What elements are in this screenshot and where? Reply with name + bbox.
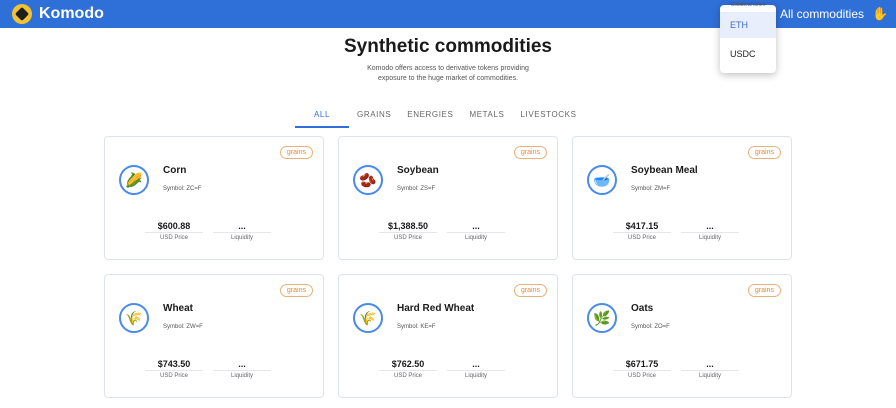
commodity-name: Corn [163, 165, 187, 176]
usd-price-label: USD Price [627, 235, 656, 241]
commodity-card-soybean-meal[interactable]: grains 🥣 Soybean Meal Symbol: ZM=F $417.… [572, 136, 792, 260]
liquidity-label: Liquidity [464, 373, 487, 379]
category-badge: grains [279, 146, 313, 159]
commodity-name: Soybean Meal [631, 165, 698, 176]
commodity-card-oats[interactable]: grains 🌿 Oats Symbol: ZO=F $671.75 USD P… [572, 274, 792, 398]
liquidity-label: Liquidity [230, 235, 253, 241]
brand-name: Komodo [39, 5, 104, 22]
liquidity-value: ... [706, 221, 714, 231]
category-badge: grains [513, 284, 547, 297]
divider [379, 370, 437, 371]
commodity-symbol: Symbol: ZC=F [163, 186, 202, 192]
dropdown-option-eth[interactable]: ETH [720, 12, 776, 38]
liquidity-label: Liquidity [464, 235, 487, 241]
liquidity-value: ... [472, 221, 480, 231]
liquidity-value: ... [706, 359, 714, 369]
liquidity-label: Liquidity [230, 373, 253, 379]
commodity-card-corn[interactable]: grains 🌽 Corn Symbol: ZC=F $600.88 USD P… [104, 136, 324, 260]
category-badge: grains [279, 284, 313, 297]
usd-price-value: $1,388.50 [387, 221, 429, 231]
commodity-card-wheat[interactable]: grains 🌾 Wheat Symbol: ZW=F $743.50 USD … [104, 274, 324, 398]
tab-energies[interactable]: ENERGIES [399, 108, 461, 128]
divider [613, 232, 671, 233]
usd-price-label: USD Price [159, 235, 188, 241]
commodity-symbol: Symbol: ZW=F [163, 324, 203, 330]
category-badge: grains [747, 284, 781, 297]
divider [213, 370, 271, 371]
soybean-meal-icon: 🥣 [587, 165, 617, 195]
commodity-card-soybean[interactable]: grains 🫘 Soybean Symbol: ZS=F $1,388.50 … [338, 136, 558, 260]
divider [213, 232, 271, 233]
divider [145, 232, 203, 233]
tab-livestocks[interactable]: LIVESTOCKS [512, 108, 584, 128]
usd-price-value: $600.88 [157, 221, 191, 231]
usd-price-value: $762.50 [391, 359, 425, 369]
liquidity-value: ... [238, 359, 246, 369]
hand-icon[interactable]: ✋ [872, 7, 888, 21]
liquidity-label: Liquidity [698, 235, 721, 241]
hard-red-wheat-icon: 🌾 [353, 303, 383, 333]
usd-price-label: USD Price [627, 373, 656, 379]
usd-price-value: $743.50 [157, 359, 191, 369]
usd-price-label: USD Price [393, 373, 422, 379]
divider [145, 370, 203, 371]
divider [447, 232, 505, 233]
commodity-card-hard-red-wheat[interactable]: grains 🌾 Hard Red Wheat Symbol: KE=F $76… [338, 274, 558, 398]
category-tabs: ALL GRAINS ENERGIES METALS LIVESTOCKS [295, 108, 585, 128]
commodity-name: Soybean [397, 165, 439, 176]
brand-logo[interactable]: Komodo [12, 4, 104, 24]
page-title: Synthetic commodities [344, 36, 552, 57]
divider [681, 370, 739, 371]
commodity-name: Hard Red Wheat [397, 303, 475, 314]
usd-price-value: $417.15 [625, 221, 659, 231]
commodity-symbol: Symbol: ZS=F [397, 186, 436, 192]
oats-icon: 🌿 [587, 303, 617, 333]
corn-icon: 🌽 [119, 165, 149, 195]
divider [681, 232, 739, 233]
liquidity-value: ... [472, 359, 480, 369]
usd-price-label: USD Price [393, 235, 422, 241]
divider [613, 370, 671, 371]
wheat-icon: 🌾 [119, 303, 149, 333]
commodity-symbol: Symbol: KE=F [397, 324, 436, 330]
tab-all[interactable]: ALL [295, 108, 349, 128]
category-badge: grains [747, 146, 781, 159]
commodity-name: Oats [631, 303, 654, 314]
category-badge: grains [513, 146, 547, 159]
commodity-symbol: Symbol: ZO=F [631, 324, 670, 330]
commodity-name: Wheat [163, 303, 193, 314]
liquidity-label: Liquidity [698, 373, 721, 379]
tab-metals[interactable]: METALS [461, 108, 512, 128]
usd-price-label: USD Price [159, 373, 188, 379]
all-commodities-link[interactable]: All commodities [780, 7, 864, 21]
komodo-logo-icon [12, 4, 32, 24]
divider [447, 370, 505, 371]
liquidity-value: ... [238, 221, 246, 231]
tab-grains[interactable]: GRAINS [349, 108, 399, 128]
dropdown-label: Collateral token [730, 2, 766, 8]
divider [379, 232, 437, 233]
commodity-symbol: Symbol: ZM=F [631, 186, 671, 192]
page-subtitle: Komodo offers access to derivative token… [367, 65, 529, 82]
soybean-icon: 🫘 [353, 165, 383, 195]
usd-price-value: $671.75 [625, 359, 659, 369]
